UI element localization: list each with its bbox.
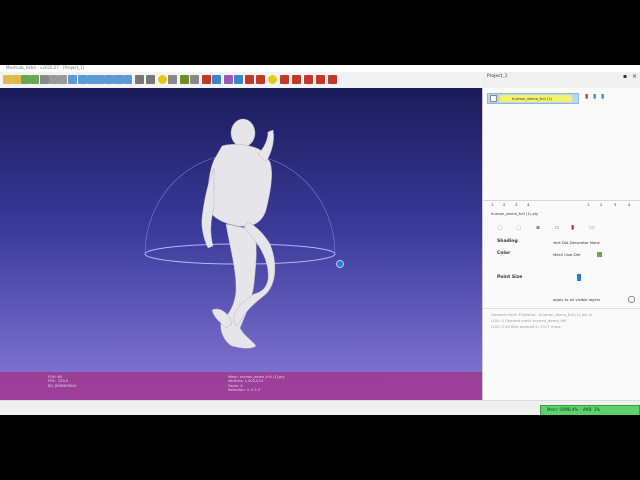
3d-viewport[interactable]: FOV: 60 FPS: 250.0 BO_RENDERING Mesh: hu… xyxy=(0,88,482,400)
reload-icon[interactable] xyxy=(30,75,39,84)
shading-options[interactable]: Vert Dot Decorator None xyxy=(553,240,600,245)
layer-list-row[interactable]: human_demo_full (1) xyxy=(487,93,579,104)
flat-icon[interactable] xyxy=(114,75,123,84)
viewport-info-bar: FOV: 60 FPS: 250.0 BO_RENDERING Mesh: hu… xyxy=(0,372,482,400)
point-size-slider[interactable] xyxy=(577,274,581,281)
project-title: Project_1 xyxy=(487,74,508,79)
log-line: LOG: 0 Opened mesh human_demo_full xyxy=(491,318,567,323)
save-icon[interactable] xyxy=(21,75,30,84)
pin-icon[interactable]: ▪ xyxy=(623,73,627,80)
layer-tag-icon[interactable]: ▮ xyxy=(585,93,588,100)
shading-label: Shading xyxy=(497,239,518,244)
figure-left-leg xyxy=(220,223,257,349)
log-line: Opened mesh F:/demo/.../human_demo_full … xyxy=(491,312,592,317)
points-icon[interactable] xyxy=(78,75,87,84)
texture-mode-icon[interactable]: ▫ xyxy=(555,224,559,231)
figure-left-arm xyxy=(201,167,215,249)
status-bar: Mem: 59MB 4% - VMB: 3% xyxy=(0,400,640,415)
tab-1[interactable]: 1 xyxy=(491,202,493,207)
points-mode-icon[interactable]: ◌ xyxy=(497,224,502,231)
paint-mode-icon[interactable]: ▮ xyxy=(571,224,574,231)
pick-icon[interactable] xyxy=(245,75,254,84)
tab-3[interactable]: 3 xyxy=(515,202,517,207)
edit-icon[interactable] xyxy=(304,75,313,84)
color-options[interactable]: Mesh User-Def xyxy=(553,252,581,257)
hidden-lines-icon[interactable] xyxy=(96,75,105,84)
export-icon[interactable] xyxy=(49,75,58,84)
measure-icon[interactable] xyxy=(234,75,243,84)
layer-dialog: human_demo_full (1) ▮ ▮ ▮ 1 2 3 4 1 2 3 … xyxy=(482,88,640,415)
point-size-label: Point Size xyxy=(497,275,523,280)
layers-icon[interactable] xyxy=(190,75,199,84)
layer-panel-header: Project_1 ▪ × xyxy=(482,72,640,88)
palette-icon[interactable] xyxy=(212,75,221,84)
title-bar: MeshLab_64bit - v2020.07 - [Project_1] xyxy=(0,65,640,72)
cut-icon[interactable] xyxy=(292,75,301,84)
log-line: LOG: 0 All files opened in 1317 msec xyxy=(491,324,561,329)
wireframe-icon[interactable] xyxy=(87,75,96,84)
smooth-icon[interactable] xyxy=(123,75,132,84)
layer-selection-icon[interactable]: ▮ xyxy=(593,93,596,100)
render-info-left: FOV: 60 FPS: 250.0 BO_RENDERING xyxy=(48,375,77,388)
annotation-icon[interactable] xyxy=(158,75,167,84)
apply-all-label: apply to all visible layers xyxy=(553,297,601,302)
human-mesh xyxy=(201,118,276,349)
scene-svg[interactable] xyxy=(0,88,482,400)
figure-head xyxy=(230,118,256,148)
apply-all-checkbox[interactable] xyxy=(628,296,635,303)
color-label: Color xyxy=(497,251,511,256)
memory-text: Mem: 59MB 4% - VMB: 3% xyxy=(547,407,601,412)
memory-indicator: Mem: 59MB 4% - VMB: 3% xyxy=(540,405,640,415)
meshlab-window: MeshLab_64bit - v2020.07 - [Project_1] P… xyxy=(0,65,640,415)
file-name: human_demo_full (1).ply xyxy=(491,211,539,216)
brush-icon[interactable] xyxy=(180,75,189,84)
paint-icon[interactable] xyxy=(202,75,211,84)
info-icon[interactable] xyxy=(268,75,277,84)
divider xyxy=(483,200,640,201)
tab-right-3[interactable]: 3 xyxy=(614,202,616,207)
import-icon[interactable] xyxy=(40,75,49,84)
open-icon[interactable] xyxy=(3,75,12,84)
light-mode-icon[interactable]: ▭ xyxy=(589,224,595,231)
tab-right-1[interactable]: 1 xyxy=(587,202,589,207)
trackball-handle-icon xyxy=(336,260,344,268)
select-faces-icon[interactable] xyxy=(168,75,177,84)
open-project-icon[interactable] xyxy=(12,75,21,84)
mesh-info-center: Mesh: human_demo_full (1).ply Vertices: … xyxy=(228,375,285,393)
bbox-icon[interactable] xyxy=(68,75,77,84)
delete-faces-icon[interactable] xyxy=(328,75,337,84)
tab-right-2[interactable]: 2 xyxy=(600,202,602,207)
flat-lines-icon[interactable] xyxy=(105,75,114,84)
layer-name: human_demo_full (1) xyxy=(512,96,553,101)
tab-4[interactable]: 4 xyxy=(527,202,529,207)
delete-vertices-icon[interactable] xyxy=(316,75,325,84)
layer-pick-icon[interactable]: ▮ xyxy=(601,93,604,100)
divider-log xyxy=(483,308,640,309)
align-icon[interactable] xyxy=(224,75,233,84)
layer-visible-icon[interactable] xyxy=(490,95,497,102)
paint-brush-icon[interactable] xyxy=(280,75,289,84)
color-icon[interactable] xyxy=(135,75,144,84)
user-color-swatch[interactable] xyxy=(597,252,602,257)
light-icon[interactable] xyxy=(146,75,155,84)
window-title: MeshLab_64bit - v2020.07 - [Project_1] xyxy=(6,65,85,70)
main-toolbar xyxy=(0,72,482,89)
mark-icon[interactable] xyxy=(256,75,265,84)
close-panel-icon[interactable]: × xyxy=(632,73,637,80)
tab-2[interactable]: 2 xyxy=(503,202,505,207)
wire-mode-icon[interactable]: ◌ xyxy=(516,224,521,231)
snapshot-icon[interactable] xyxy=(58,75,67,84)
solid-mode-icon[interactable]: ▪ xyxy=(536,224,540,231)
tab-right-4[interactable]: 4 xyxy=(628,202,630,207)
